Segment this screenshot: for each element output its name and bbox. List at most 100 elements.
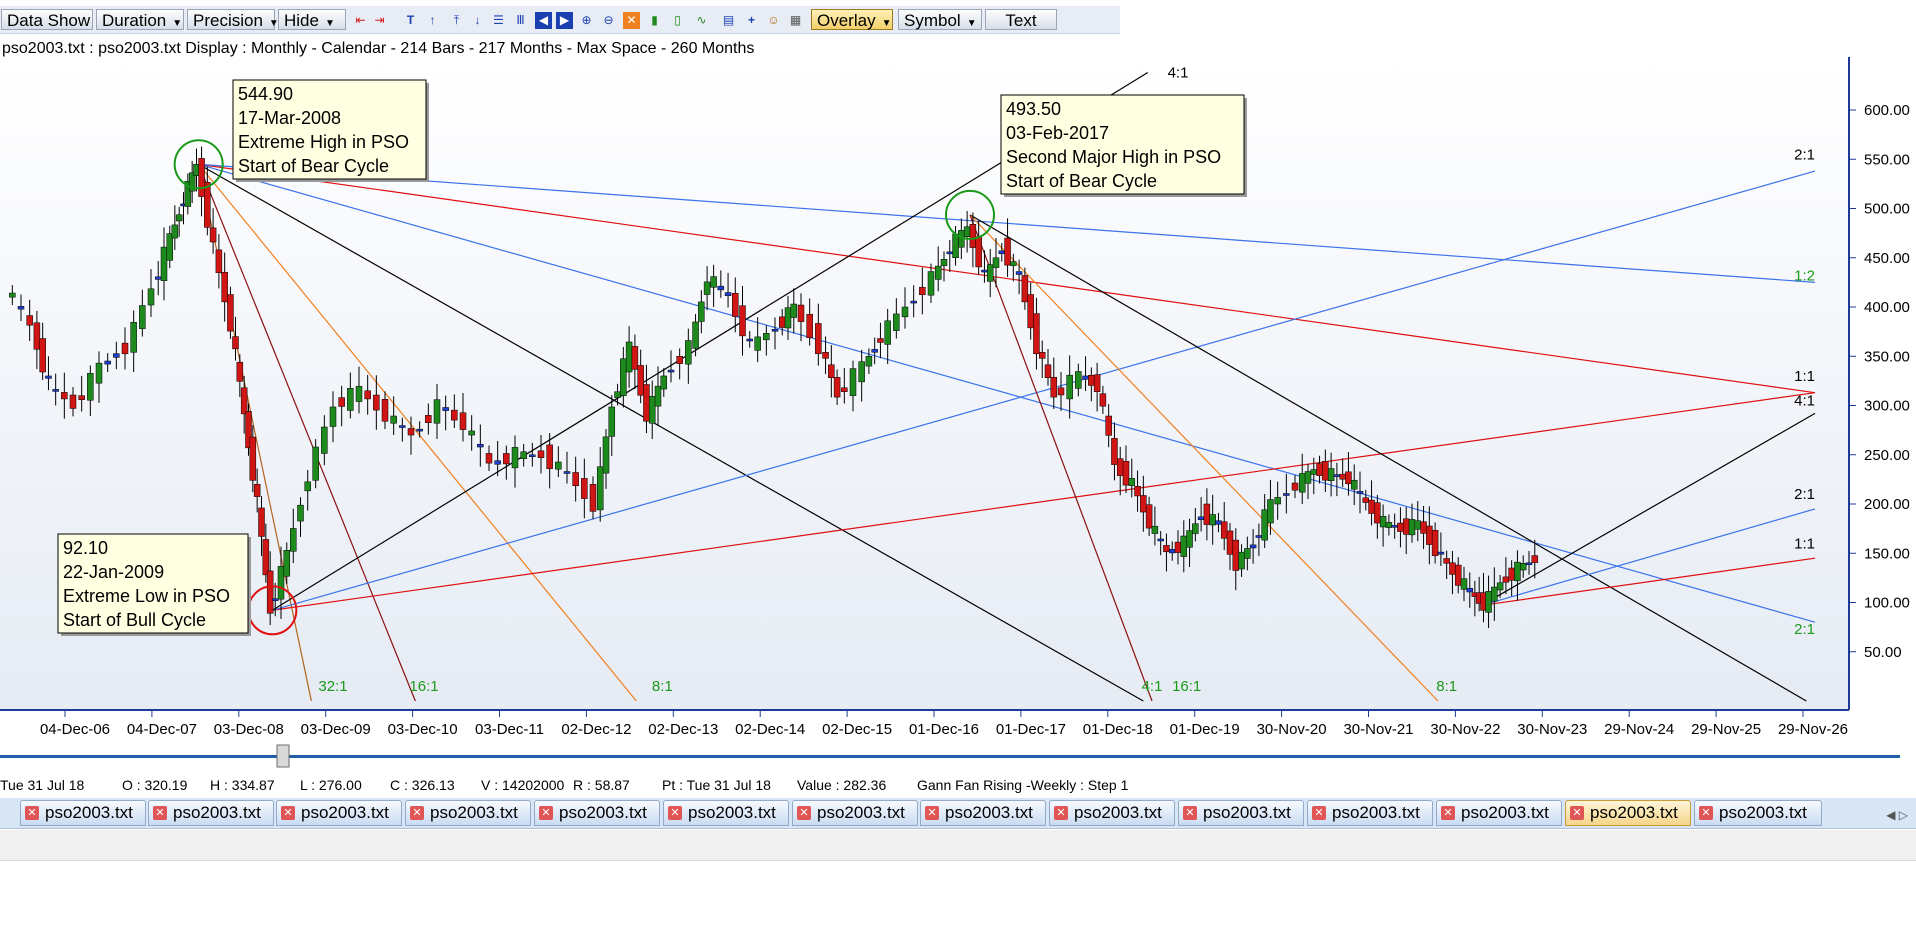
tab-label: pso2003.txt xyxy=(559,803,647,822)
close-icon[interactable]: ✕ xyxy=(25,806,39,820)
precision-dropdown[interactable]: Precision ▼ xyxy=(187,9,279,30)
zoom-out-icon[interactable]: ⊖ xyxy=(600,12,617,29)
overlay-dropdown[interactable]: Overlay ▼ xyxy=(811,9,893,30)
candle-body xyxy=(1180,535,1188,557)
candle-body xyxy=(717,285,725,291)
gann-ratio-label: 2:1 xyxy=(1794,486,1815,503)
gann-ratio-label: 1:2 xyxy=(1794,267,1815,284)
symbol-label: Symbol xyxy=(904,11,961,30)
close-icon[interactable]: ✕ xyxy=(1570,806,1584,820)
clear-icon[interactable]: ✕ xyxy=(623,12,640,29)
candle-body xyxy=(262,539,270,576)
gann-ratio-label: 4:1 xyxy=(1794,393,1815,410)
time-scrollbar[interactable] xyxy=(0,744,1900,768)
close-icon[interactable]: ✕ xyxy=(539,806,553,820)
tab-label: pso2003.txt xyxy=(45,803,133,822)
close-icon[interactable]: ✕ xyxy=(1054,806,1068,820)
columns-icon[interactable]: Ⅲ xyxy=(512,12,529,29)
chevron-down-icon: ▼ xyxy=(966,18,977,29)
candle-body xyxy=(643,384,650,422)
candle-body xyxy=(1460,578,1468,590)
document-tab[interactable]: ✕ pso2003.txt xyxy=(663,800,789,826)
document-tab[interactable]: ✕ pso2003.txt xyxy=(1049,800,1175,826)
top-icon[interactable]: T xyxy=(402,12,419,29)
bar-chart-icon[interactable]: ▯ xyxy=(669,12,686,29)
candle-body xyxy=(1525,562,1533,566)
tab-scroll-left-icon[interactable]: ◀ xyxy=(1886,808,1895,822)
candle-body xyxy=(833,377,841,398)
candle-body xyxy=(1449,562,1456,575)
document-tab[interactable]: ✕ pso2003.txt xyxy=(1436,800,1562,826)
close-icon[interactable]: ✕ xyxy=(668,806,682,820)
document-tab[interactable]: ✕ pso2003.txt xyxy=(276,800,402,826)
candle-body xyxy=(485,453,493,464)
price-chart[interactable]: 50.00 100.00 150.00 200.00 250.00 300.00 350.0… xyxy=(0,57,1916,742)
gann-ratio-label: 8:1 xyxy=(652,678,673,695)
line-chart-icon[interactable]: ∿ xyxy=(693,12,710,29)
scroll-right-icon[interactable]: ▶ xyxy=(556,12,573,29)
candle-body xyxy=(703,281,711,295)
document-tab-active[interactable]: ✕ pso2003.txt xyxy=(1565,800,1691,826)
crosshair-icon[interactable]: + xyxy=(743,12,760,29)
candle-body xyxy=(981,269,988,273)
text-button[interactable]: Text xyxy=(985,9,1057,30)
close-icon[interactable]: ✕ xyxy=(797,806,811,820)
candle-body xyxy=(215,249,223,273)
close-icon[interactable]: ✕ xyxy=(1699,806,1713,820)
candle-body xyxy=(648,396,656,424)
document-tab[interactable]: ✕ pso2003.txt xyxy=(148,800,274,826)
close-icon[interactable]: ✕ xyxy=(281,806,295,820)
scrollbar-thumb[interactable] xyxy=(276,744,290,768)
gann-ratio-label: 32:1 xyxy=(318,678,347,695)
tab-scroll-right-icon[interactable]: ▷ xyxy=(1899,808,1908,822)
candle-body xyxy=(1163,545,1170,553)
zoom-in-icon[interactable]: ⊕ xyxy=(578,12,595,29)
candle-chart-icon[interactable]: ▮ xyxy=(646,12,663,29)
hide-dropdown[interactable]: Hide ▼ xyxy=(278,9,346,30)
list-icon[interactable]: ☰ xyxy=(490,12,507,29)
close-icon[interactable]: ✕ xyxy=(1312,806,1326,820)
symbol-dropdown[interactable]: Symbol ▼ xyxy=(898,9,982,30)
document-tab[interactable]: ✕ pso2003.txt xyxy=(405,800,531,826)
document-tab[interactable]: ✕ pso2003.txt xyxy=(1694,800,1822,826)
user-icon[interactable]: ☺ xyxy=(765,12,782,29)
candle-body xyxy=(1443,558,1450,564)
candle-body xyxy=(321,426,328,454)
x-tick-label: 30-Nov-21 xyxy=(1343,721,1413,738)
arrow-top-icon[interactable]: ⤒ xyxy=(448,12,465,29)
arrow-up-icon[interactable]: ↑ xyxy=(424,12,441,29)
toolbar: Data Show Duration ▼ Precision ▼ Hide ▼ ⇤ ⇥… xyxy=(0,6,1120,34)
gann-ratio-label: 16:1 xyxy=(409,678,438,695)
document-tab[interactable]: ✕ pso2003.txt xyxy=(1307,800,1433,826)
document-tab[interactable]: ✕ pso2003.txt xyxy=(534,800,660,826)
close-icon[interactable]: ✕ xyxy=(925,806,939,820)
close-icon[interactable]: ✕ xyxy=(153,806,167,820)
document-tab[interactable]: ✕ pso2003.txt xyxy=(1178,800,1304,826)
document-tab[interactable]: ✕ pso2003.txt xyxy=(920,800,1046,826)
candle-body xyxy=(249,436,257,481)
arrow-down-icon[interactable]: ↓ xyxy=(469,12,486,29)
grid-icon[interactable]: ▤ xyxy=(720,12,737,29)
candle-body xyxy=(221,271,228,303)
duration-dropdown[interactable]: Duration ▼ xyxy=(96,9,184,30)
data-show-button[interactable]: Data Show xyxy=(1,9,93,30)
compress-left-icon[interactable]: ⇤ xyxy=(352,12,369,29)
candle-body xyxy=(1414,520,1422,530)
close-icon[interactable]: ✕ xyxy=(1441,806,1455,820)
candle-body xyxy=(511,447,519,469)
candle-body xyxy=(1466,587,1474,593)
scroll-left-icon[interactable]: ◀ xyxy=(535,12,552,29)
callout-text: Extreme High in PSO xyxy=(238,132,409,152)
document-tab[interactable]: ✕ pso2003.txt xyxy=(792,800,918,826)
candle-body xyxy=(1514,561,1521,582)
close-icon[interactable]: ✕ xyxy=(410,806,424,820)
candle-body xyxy=(277,566,285,600)
candle-body xyxy=(1203,503,1211,525)
candle-body xyxy=(1044,364,1052,379)
document-tab[interactable]: ✕ pso2003.txt xyxy=(20,800,146,826)
expand-right-icon[interactable]: ⇥ xyxy=(371,12,388,29)
candle-body xyxy=(815,323,822,355)
close-icon[interactable]: ✕ xyxy=(1183,806,1197,820)
calculator-icon[interactable]: ▦ xyxy=(787,12,804,29)
candle-body xyxy=(381,399,389,422)
